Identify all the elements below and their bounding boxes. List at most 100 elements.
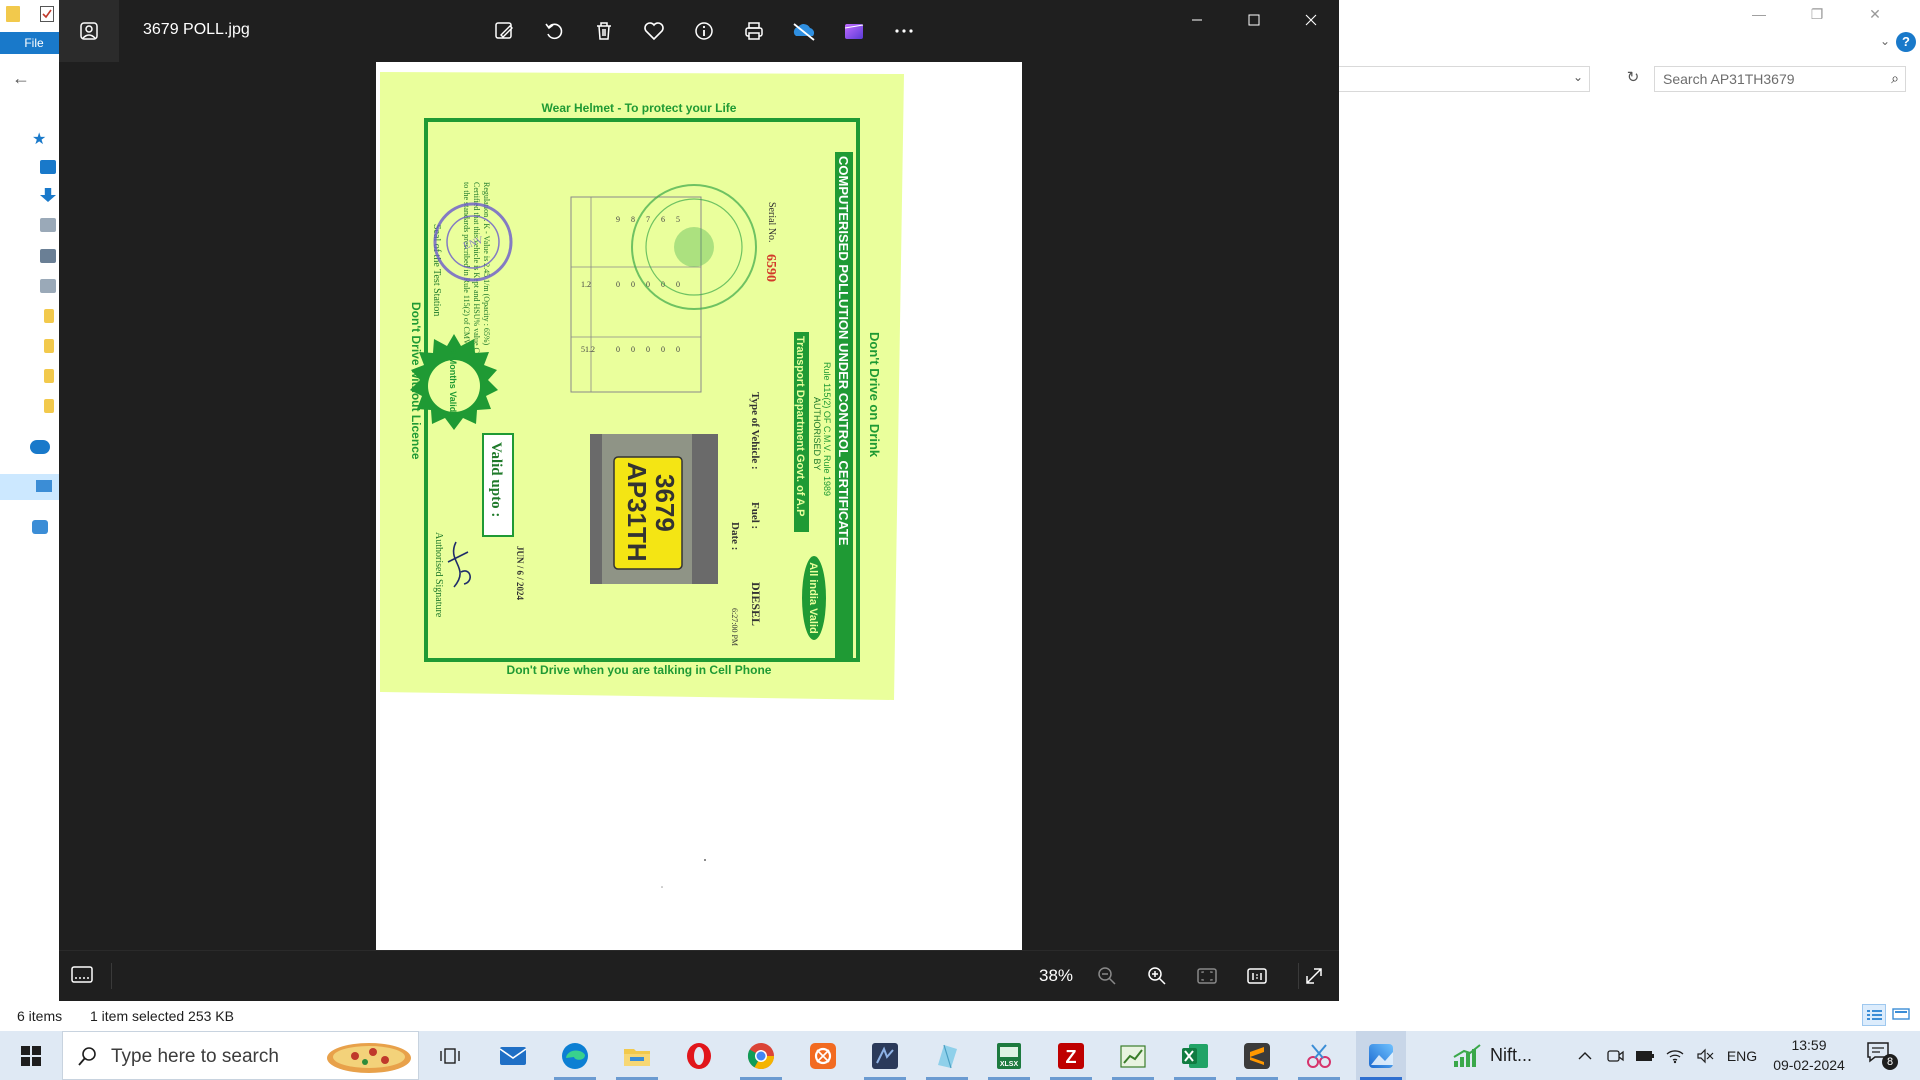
taskbar-search-box[interactable]: Type here to search xyxy=(62,1031,419,1080)
nav-item-this-pc-selected[interactable] xyxy=(0,474,60,500)
large-icons-view-icon[interactable] xyxy=(1890,1004,1914,1026)
excel-icon[interactable] xyxy=(1170,1031,1220,1080)
opera-browser-icon[interactable] xyxy=(674,1031,724,1080)
battery-icon[interactable] xyxy=(1630,1031,1660,1080)
minimize-icon[interactable] xyxy=(1168,0,1225,40)
folder-icon[interactable] xyxy=(44,309,54,323)
notification-center-icon[interactable]: 8 xyxy=(1866,1040,1898,1072)
documents-icon[interactable] xyxy=(40,218,56,232)
authorised-by-text: AUTHORISED BY xyxy=(812,397,822,471)
details-view-icon[interactable] xyxy=(1862,1004,1886,1026)
photos-viewer-window: 3679 POLL.jpg Wear Helmet - To protect y… xyxy=(59,0,1339,1001)
back-arrow-icon[interactable]: ← xyxy=(12,68,30,89)
desktop-icon[interactable] xyxy=(40,160,56,174)
file-explorer-icon[interactable] xyxy=(612,1031,662,1080)
favorite-heart-icon[interactable] xyxy=(629,14,679,48)
task-view-icon[interactable] xyxy=(425,1031,475,1080)
search-placeholder: Type here to search xyxy=(111,1046,279,1067)
fit-to-window-icon[interactable] xyxy=(1192,963,1222,989)
folder-icon[interactable] xyxy=(44,399,54,413)
properties-icon[interactable] xyxy=(40,6,54,22)
all-india-valid-text: All india Valid xyxy=(807,562,819,634)
drive-icon[interactable] xyxy=(40,279,56,293)
certificate-title-text: COMPUTERISED POLLUTION UNDER CONTROL CER… xyxy=(836,156,851,546)
mail-icon[interactable] xyxy=(488,1031,538,1080)
svg-text:5: 5 xyxy=(676,215,680,224)
onedrive-icon[interactable] xyxy=(779,14,829,48)
photos-app-taskbar-icon[interactable] xyxy=(1356,1031,1406,1080)
status-bar: 6 items 1 item selected 253 KB xyxy=(0,1004,1920,1028)
chevron-up-icon[interactable] xyxy=(1570,1031,1600,1080)
windows-start-icon[interactable] xyxy=(0,1031,62,1080)
help-icon[interactable]: ? xyxy=(1896,32,1916,52)
delete-icon[interactable] xyxy=(579,14,629,48)
serial-label: Serial No. xyxy=(766,202,777,243)
viewer-bottom-bar: 38% xyxy=(59,950,1339,1001)
restore-icon[interactable]: ❐ xyxy=(1788,0,1846,30)
search-icon[interactable]: ⌕ xyxy=(1891,70,1899,87)
search-input[interactable]: Search AP31TH3679 ⌕ xyxy=(1654,66,1906,92)
zoom-out-icon[interactable] xyxy=(1092,963,1122,989)
chevron-down-icon[interactable]: ⌄ xyxy=(1880,34,1890,48)
quick-access-star-icon[interactable]: ★ xyxy=(32,129,48,148)
refresh-icon[interactable]: ↻ xyxy=(1622,68,1644,90)
chart-app-icon[interactable] xyxy=(1108,1031,1158,1080)
system-tray: ENG xyxy=(1570,1031,1764,1080)
input-language[interactable]: ENG xyxy=(1720,1048,1764,1064)
more-options-icon[interactable] xyxy=(879,14,929,48)
close-icon[interactable]: ✕ xyxy=(1846,0,1904,30)
svg-text:XLSX: XLSX xyxy=(1000,1061,1019,1068)
svg-text:9: 9 xyxy=(616,215,620,224)
photos-app-icon[interactable] xyxy=(59,0,119,62)
cell-phone-slogan: Don't Drive when you are talking in Cell… xyxy=(507,663,772,677)
test-time: 6:27:00 PM xyxy=(730,608,739,646)
filmstrip-icon[interactable] xyxy=(69,963,99,989)
folder-icon[interactable] xyxy=(44,369,54,383)
separator xyxy=(111,963,112,989)
nifty-widget[interactable]: Nift... xyxy=(1452,1031,1562,1080)
svg-text:0: 0 xyxy=(631,345,635,354)
search-highlight-pizza-icon[interactable] xyxy=(325,1036,413,1076)
search-icon xyxy=(78,1047,96,1066)
volume-muted-icon[interactable] xyxy=(1690,1031,1720,1080)
clock[interactable]: 13:59 09-02-2024 xyxy=(1765,1035,1853,1075)
video-editor-icon[interactable] xyxy=(829,14,879,48)
excel-xlsx-file-icon[interactable]: XLSX xyxy=(984,1031,1034,1080)
wifi-icon[interactable] xyxy=(1660,1031,1690,1080)
snipping-tool-icon[interactable] xyxy=(1294,1031,1344,1080)
zoom-in-icon[interactable] xyxy=(1142,963,1172,989)
full-screen-icon[interactable] xyxy=(1299,963,1329,989)
rotate-icon[interactable] xyxy=(529,14,579,48)
image-canvas[interactable]: Wear Helmet - To protect your Life COMPU… xyxy=(59,62,1339,950)
folder-icon[interactable] xyxy=(44,339,54,353)
file-tab[interactable]: File xyxy=(0,32,68,54)
print-icon[interactable] xyxy=(729,14,779,48)
chevron-down-icon[interactable]: ⌄ xyxy=(1573,70,1583,84)
close-icon[interactable] xyxy=(1282,0,1339,40)
edge-browser-icon[interactable] xyxy=(550,1031,600,1080)
pictures-icon[interactable] xyxy=(40,249,56,263)
orange-app-icon[interactable] xyxy=(798,1031,848,1080)
meet-now-icon[interactable] xyxy=(1600,1031,1630,1080)
onedrive-icon[interactable] xyxy=(30,440,50,454)
maximize-icon[interactable] xyxy=(1225,0,1282,40)
filezilla-icon[interactable]: Z xyxy=(1046,1031,1096,1080)
dark-app-icon[interactable] xyxy=(860,1031,910,1080)
certificate-header-text: Wear Helmet - To protect your Life xyxy=(542,101,737,115)
type-of-vehicle-label: Type of Vehicle : xyxy=(749,392,761,470)
svg-text:6: 6 xyxy=(661,215,665,224)
edit-image-icon[interactable] xyxy=(479,14,529,48)
valid-upto-date: JUN / 6 / 2024 xyxy=(515,546,525,601)
minimize-icon[interactable]: — xyxy=(1730,0,1788,30)
viewer-toolbar xyxy=(479,14,929,48)
chrome-browser-icon[interactable] xyxy=(736,1031,786,1080)
svg-text:0: 0 xyxy=(616,280,620,289)
info-icon[interactable] xyxy=(679,14,729,48)
rule-text: Rule 115(2) OF C.M.V. Rule 1989 xyxy=(822,362,832,496)
network-icon[interactable] xyxy=(32,520,48,534)
authorised-signature-label: Authorised Signature xyxy=(433,532,444,618)
actual-size-icon[interactable] xyxy=(1242,963,1272,989)
svg-text:51.2: 51.2 xyxy=(581,345,595,354)
sublime-text-icon[interactable] xyxy=(1232,1031,1282,1080)
glass-app-icon[interactable] xyxy=(922,1031,972,1080)
